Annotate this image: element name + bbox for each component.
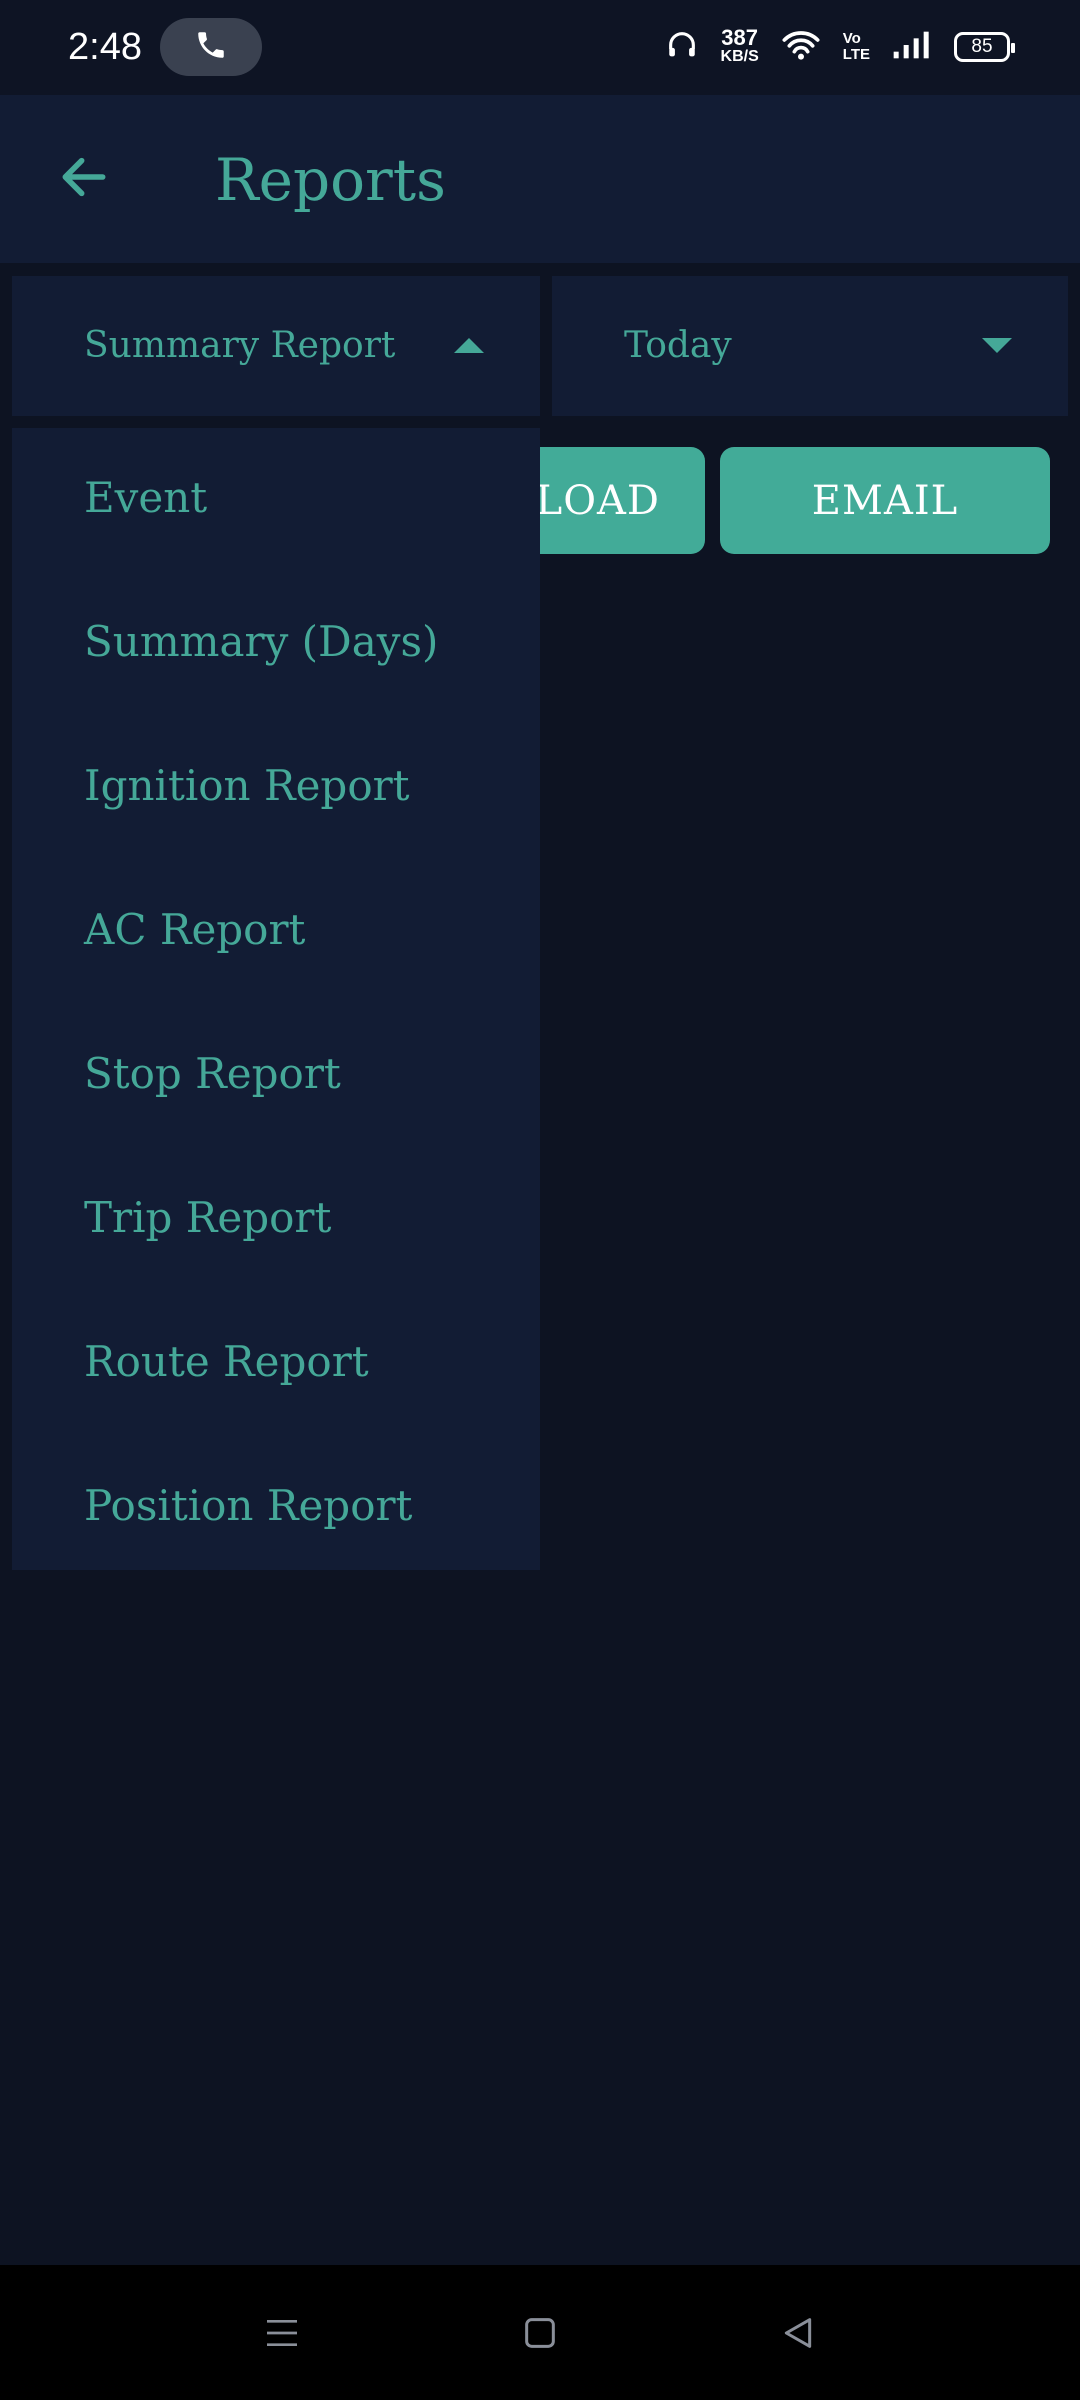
home-button[interactable] bbox=[510, 2305, 570, 2365]
back-button[interactable] bbox=[44, 139, 124, 219]
menu-item-ignition-report[interactable]: Ignition Report bbox=[84, 736, 410, 836]
volte-indicator: Vo LTE bbox=[843, 31, 870, 63]
status-bar: 2:48 387 KB/S Vo LTE 85 bbox=[0, 0, 1080, 95]
menu-item-position-report[interactable]: Position Report bbox=[84, 1456, 412, 1556]
menu-item-stop-report[interactable]: Stop Report bbox=[84, 1024, 341, 1124]
report-type-dropdown[interactable]: Summary Report bbox=[12, 276, 540, 416]
menu-item-trip-report[interactable]: Trip Report bbox=[84, 1168, 331, 1268]
back-nav-button[interactable] bbox=[768, 2305, 828, 2365]
network-speed: 387 KB/S bbox=[720, 25, 759, 66]
network-speed-unit: KB/S bbox=[720, 48, 759, 65]
page-title: Reports bbox=[215, 146, 446, 214]
menu-item-ac-report[interactable]: AC Report bbox=[84, 880, 305, 980]
wifi-icon bbox=[781, 28, 821, 67]
report-type-value: Summary Report bbox=[84, 325, 396, 366]
status-icons: 387 KB/S Vo LTE 85 bbox=[665, 22, 1015, 72]
date-range-dropdown[interactable]: Today bbox=[552, 276, 1068, 416]
battery-level: 85 bbox=[971, 36, 993, 57]
recents-button[interactable] bbox=[252, 2305, 312, 2365]
report-type-menu: Event Summary (Days) Ignition Report AC … bbox=[12, 428, 540, 1570]
caret-down-icon bbox=[982, 338, 1012, 353]
status-time: 2:48 bbox=[68, 26, 142, 68]
date-range-value: Today bbox=[624, 325, 732, 366]
menu-item-event[interactable]: Event bbox=[84, 448, 207, 548]
phone-icon bbox=[194, 28, 228, 67]
headset-icon bbox=[665, 28, 699, 67]
volte-top: Vo bbox=[842, 30, 861, 47]
signal-icon bbox=[892, 30, 932, 65]
back-triangle-icon bbox=[778, 2313, 818, 2357]
battery-icon: 85 bbox=[954, 32, 1015, 62]
menu-item-summary-days[interactable]: Summary (Days) bbox=[84, 592, 438, 692]
network-speed-value: 387 bbox=[721, 25, 759, 50]
caret-up-icon bbox=[454, 338, 484, 353]
menu-item-route-report[interactable]: Route Report bbox=[84, 1312, 369, 1412]
arrow-left-icon bbox=[56, 149, 112, 209]
ongoing-call-chip[interactable] bbox=[160, 18, 262, 76]
app-bar: Reports bbox=[0, 95, 1080, 263]
system-nav-bar bbox=[0, 2265, 1080, 2400]
email-button[interactable]: EMAIL bbox=[720, 447, 1050, 554]
menu-icon bbox=[262, 2313, 302, 2357]
download-button-label: ILOAD bbox=[518, 477, 660, 524]
volte-bottom: LTE bbox=[842, 46, 870, 63]
home-square-icon bbox=[520, 2313, 560, 2357]
email-button-label: EMAIL bbox=[811, 477, 959, 524]
